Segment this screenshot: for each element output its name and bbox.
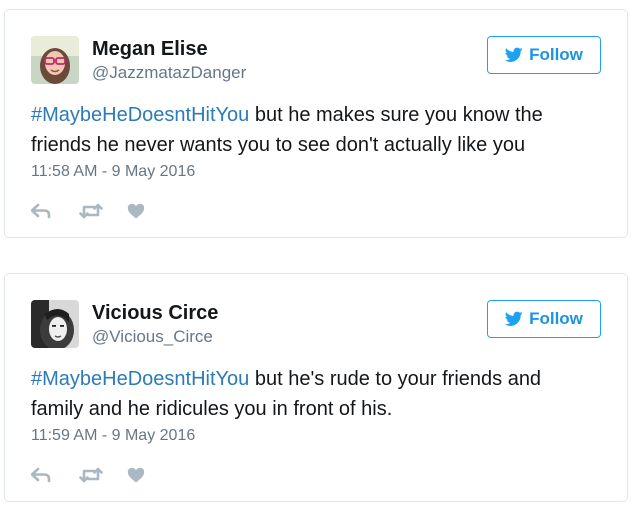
tweet-text: #MaybeHeDoesntHitYou but he's rude to yo… — [31, 364, 587, 424]
display-name[interactable]: Vicious Circe — [92, 301, 218, 325]
retweet-icon[interactable] — [79, 200, 127, 222]
user-handle[interactable]: @JazzmatazDanger — [92, 62, 246, 84]
retweet-icon[interactable] — [79, 464, 127, 486]
follow-button[interactable]: Follow — [487, 300, 601, 338]
reply-icon[interactable] — [31, 464, 79, 486]
hashtag-link[interactable]: #MaybeHeDoesntHitYou — [31, 368, 249, 390]
follow-label: Follow — [529, 309, 583, 328]
follow-button[interactable]: Follow — [487, 36, 601, 74]
tweet-text: #MaybeHeDoesntHitYou but he makes sure y… — [31, 100, 587, 160]
tweet-actions — [31, 200, 175, 222]
user-handle[interactable]: @Vicious_Circe — [92, 326, 213, 348]
timestamp[interactable]: 11:58 AM - 9 May 2016 — [31, 162, 195, 182]
follow-label: Follow — [529, 45, 583, 64]
avatar[interactable] — [31, 36, 79, 84]
timestamp[interactable]: 11:59 AM - 9 May 2016 — [31, 426, 195, 446]
tweet-card: Megan Elise @JazzmatazDanger Follow #May… — [4, 9, 628, 238]
like-icon[interactable] — [127, 464, 175, 486]
tweet-card: Vicious Circe @Vicious_Circe Follow #May… — [4, 273, 628, 502]
like-icon[interactable] — [127, 200, 175, 222]
tweet-actions — [31, 464, 175, 486]
display-name[interactable]: Megan Elise — [92, 37, 208, 61]
twitter-bird-icon — [505, 311, 523, 326]
hashtag-link[interactable]: #MaybeHeDoesntHitYou — [31, 104, 249, 126]
twitter-bird-icon — [505, 47, 523, 62]
avatar[interactable] — [31, 300, 79, 348]
reply-icon[interactable] — [31, 200, 79, 222]
